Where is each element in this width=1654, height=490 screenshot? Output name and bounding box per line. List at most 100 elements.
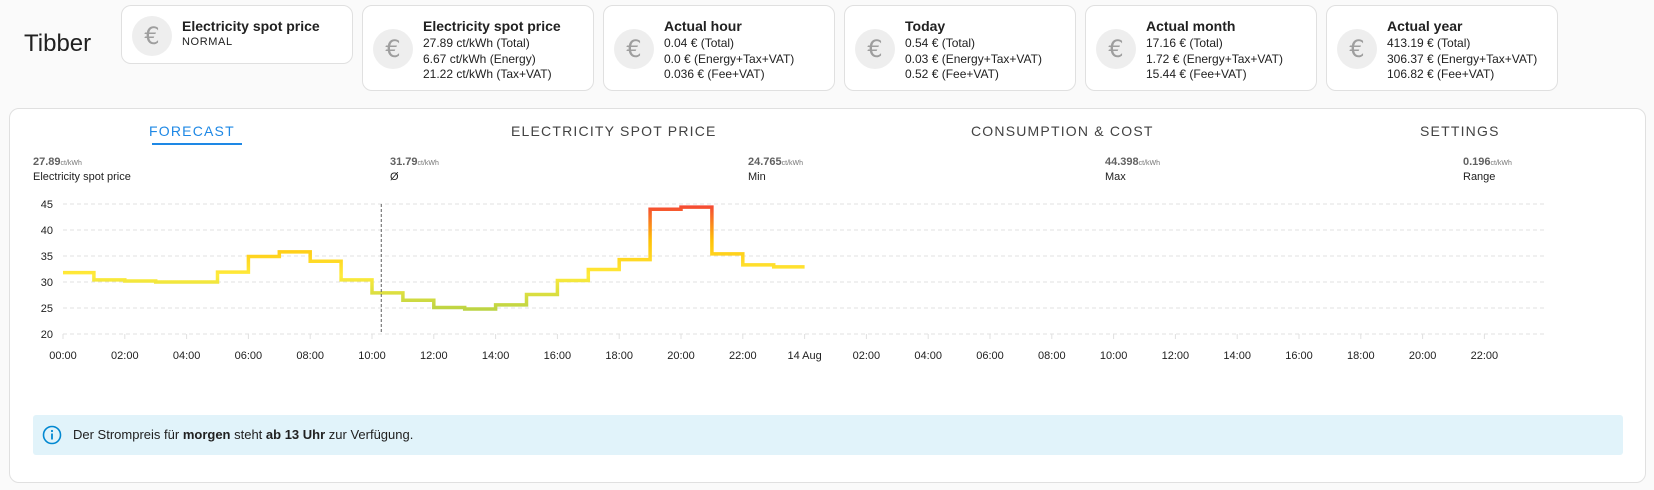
card-line: 0.52 € (Fee+VAT) [905,67,999,81]
card-text: Actual month 17.16 € (Total) 1.72 € (Energ… [1146,18,1283,83]
info-circle-icon [42,425,62,445]
x-tick-label: 12:00 [1162,350,1190,362]
card-title: Actual month [1146,18,1236,34]
x-tick-label: 02:00 [111,350,139,362]
x-tick-label: 20:00 [1409,350,1437,362]
x-tick-label: 20:00 [667,350,695,362]
x-tick-label: 04:00 [173,350,201,362]
stat-label: Min [748,171,766,183]
info-text-bold: ab 13 Uhr [265,427,326,442]
stat-min: 24.765ct/kWh Min [748,156,803,185]
card-title: Actual hour [664,18,742,34]
tab-underline [152,143,242,145]
app-title: Tibber [24,30,92,57]
stat-range: 0.196ct/kWh Range [1463,156,1512,185]
info-text: steht [230,427,266,442]
price-series [63,204,805,334]
tab-electricity-spot-price[interactable]: ELECTRICITY SPOT PRICE [511,123,717,139]
tab-forecast[interactable]: FORECAST [149,123,235,139]
x-tick-label: 06:00 [235,350,263,362]
stat-value: 27.89 [33,156,61,168]
y-tick-label: 30 [41,277,53,289]
card-text: Actual year 413.19 € (Total) 306.37 € (Ene… [1387,18,1537,83]
card-line: 0.036 € (Fee+VAT) [664,67,765,81]
card-line: 0.0 € (Energy+Tax+VAT) [664,51,795,66]
stat-label: Range [1463,171,1496,183]
price-forecast-chart[interactable]: 20 25 30 35 40 45 00:00 02:00 04:00 06:00 08:00 10… [0,195,1654,380]
x-tick-label: 08:00 [1038,350,1066,362]
card-line: 413.19 € (Total) [1387,36,1471,50]
x-tick-label: 14:00 [482,350,510,362]
stat-unit: ct/kWh [781,160,804,167]
card-line: 0.03 € (Energy+Tax+VAT) [905,51,1042,66]
x-tick-label: 10:00 [358,350,386,362]
tab-consumption-cost[interactable]: CONSUMPTION & COST [971,123,1154,139]
card-title: Today [905,18,946,34]
x-tick-label: 14:00 [1223,350,1251,362]
stat-unit: ct/kWh [1138,160,1161,167]
card-line: 17.16 € (Total) [1146,36,1223,50]
stat-label: Max [1105,171,1126,183]
y-tick-label: 25 [41,303,53,315]
x-tick-label: 16:00 [544,350,572,362]
x-tick-label: 02:00 [853,350,881,362]
x-tick-label: 22:00 [729,350,757,362]
x-tick-label: 06:00 [976,350,1004,362]
card-line: 27.89 ct/kWh (Total) [423,36,530,50]
y-tick-label: 45 [41,199,53,211]
info-text: zur Verfügung. [325,427,414,442]
x-tick-label: 12:00 [420,350,448,362]
stat-unit: ct/kWh [60,160,82,167]
y-tick-label: 35 [41,251,53,263]
card-text: Electricity spot price 27.89 ct/kWh (Tota… [423,18,561,83]
card-line: 0.54 € (Total) [905,36,976,50]
card-spot-price[interactable]: € Electricity spot price 27.89 ct/kWh (Tot… [362,5,594,91]
stat-value: 44.398 [1105,156,1139,168]
x-tick-label: 08:00 [296,350,324,362]
euro-icon: € [1337,29,1377,69]
stat-value: 0.196 [1463,156,1491,168]
card-text: Today 0.54 € (Total) 0.03 € (Energy+Tax+VA… [905,18,1042,83]
card-line: 15.44 € (Fee+VAT) [1146,67,1247,81]
info-banner: Der Strompreis für morgen steht ab 13 Uh… [33,415,1623,455]
card-line: 21.22 ct/kWh (Tax+VAT) [423,67,552,81]
x-tick-label: 00:00 [49,350,77,362]
x-tick-label: 18:00 [1347,350,1375,362]
euro-icon: € [614,29,654,69]
x-tick-label: 04:00 [914,350,942,362]
card-line: 6.67 ct/kWh (Energy) [423,51,536,66]
card-actual-month[interactable]: € Actual month 17.16 € (Total) 1.72 € (Ener… [1085,5,1317,91]
x-tick-label: 16:00 [1285,350,1313,362]
card-today[interactable]: € Today 0.54 € (Total) 0.03 € (Energy+Tax+V… [844,5,1076,91]
y-tick-label: 40 [41,225,53,237]
info-text-bold: morgen [182,427,231,442]
info-message: Der Strompreis für morgen steht ab 13 Uh… [73,427,413,442]
x-tick-label: 22:00 [1471,350,1499,362]
card-line: 0.04 € (Total) [664,36,735,50]
stat-unit: ct/kWh [1490,160,1512,167]
stat-average: 31.79ct/kWh Ø [390,156,439,185]
x-tick-label: 14 Aug [787,350,821,362]
x-tick-label: 10:00 [1100,350,1128,362]
y-axis: 20 25 30 35 40 45 [41,199,53,341]
stat-label: Electricity spot price [33,171,131,183]
card-title: Electricity spot price [423,18,561,34]
stat-label: Ø [390,171,399,183]
stat-value: 24.765 [748,156,782,168]
card-title: Electricity spot price [182,18,320,34]
stat-max: 44.398ct/kWh Max [1105,156,1160,185]
euro-icon: € [1096,29,1136,69]
card-actual-hour[interactable]: € Actual hour 0.04 € (Total) 0.0 € (Energy+… [603,5,835,91]
card-actual-year[interactable]: € Actual year 413.19 € (Total) 306.37 € (En… [1326,5,1558,91]
card-text: Actual hour 0.04 € (Total) 0.0 € (Energy+T… [664,18,794,83]
euro-icon: € [855,29,895,69]
card-state: NORMAL [182,36,233,48]
x-tick-label: 18:00 [605,350,633,362]
x-axis: 00:00 02:00 04:00 06:00 08:00 10:00 12:00 14:00… [49,334,1498,362]
tab-settings[interactable]: SETTINGS [1420,123,1500,139]
y-tick-label: 20 [41,329,53,341]
card-line: 306.37 € (Energy+Tax+VAT) [1387,51,1538,66]
card-spot-price-level[interactable]: € Electricity spot price NORMAL [121,5,353,64]
euro-icon: € [373,29,413,69]
card-title: Actual year [1387,18,1463,34]
